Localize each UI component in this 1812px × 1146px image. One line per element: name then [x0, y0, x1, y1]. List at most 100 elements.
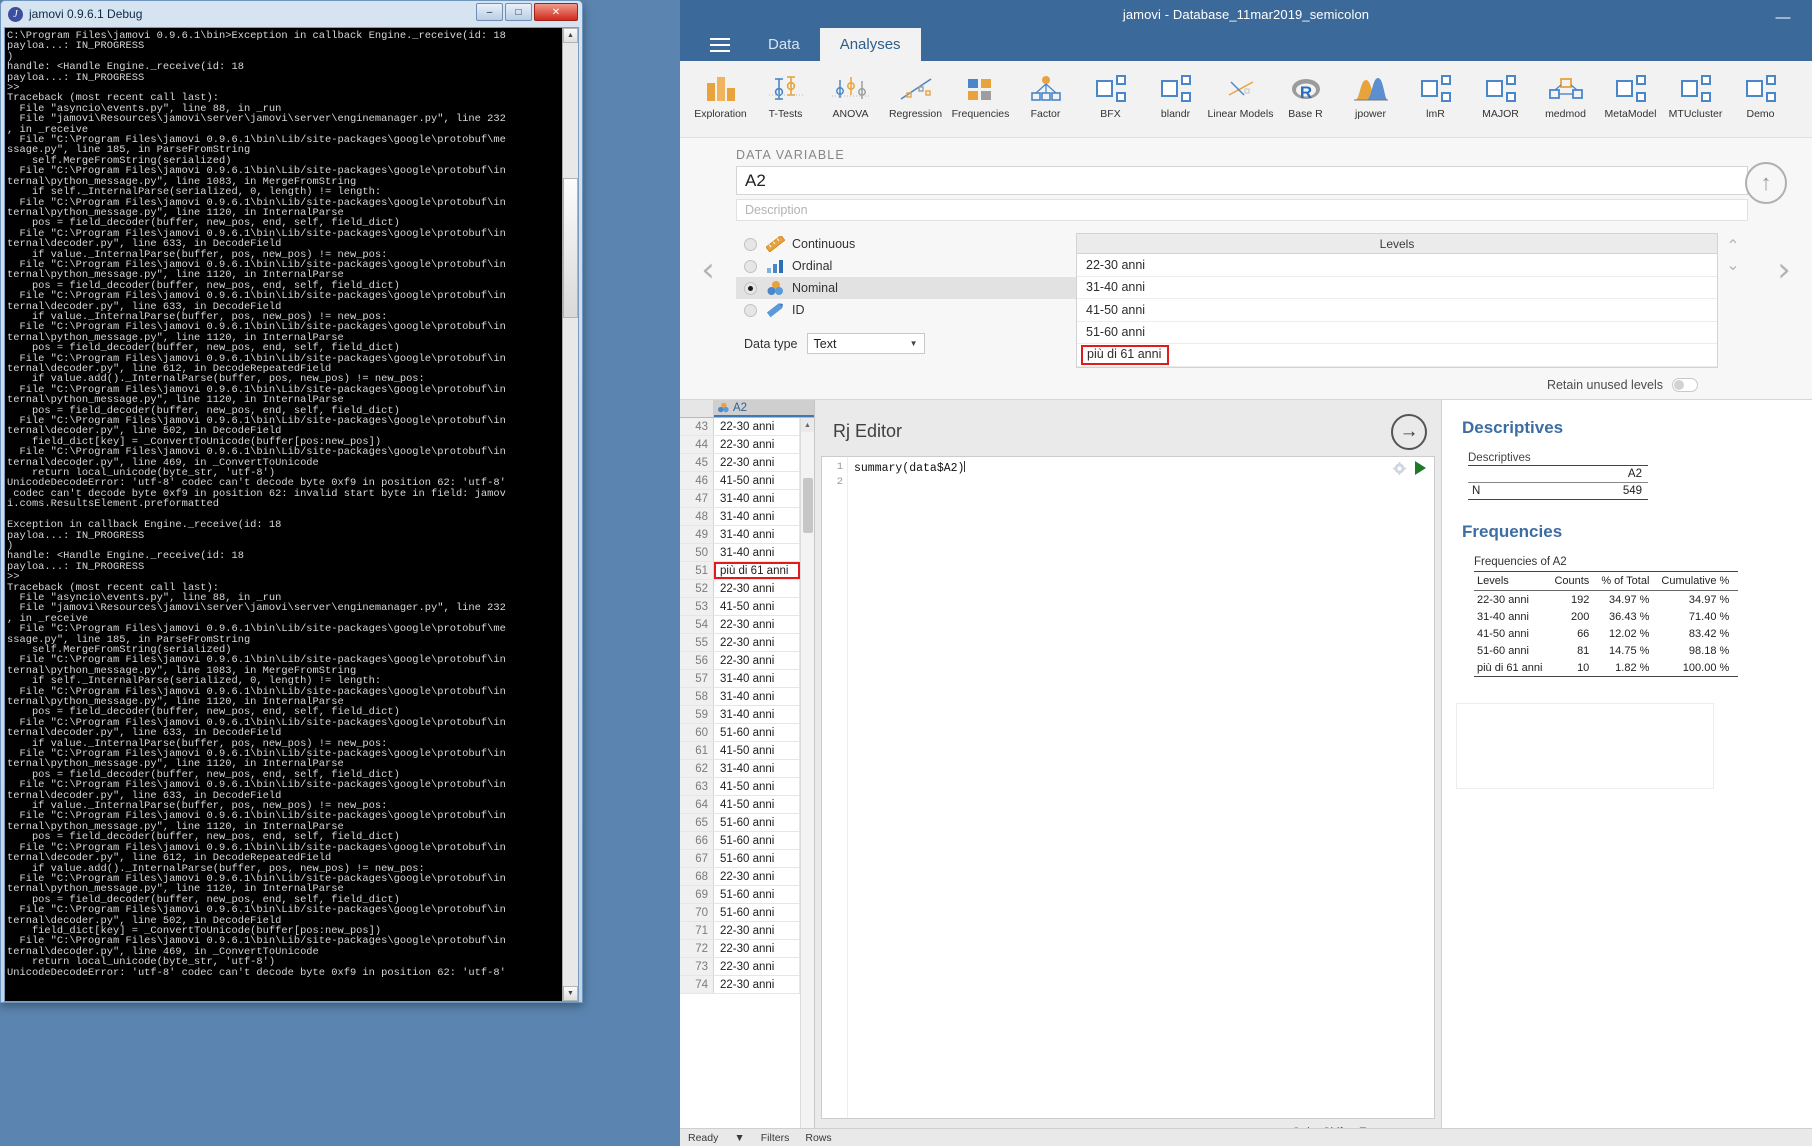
cell-highlighted[interactable]: più di 61 anni [714, 562, 800, 579]
measure-type-id[interactable]: ID [736, 299, 1076, 321]
table-row[interactable]: 62 31-40 anni [680, 760, 800, 778]
cell[interactable]: 31-40 anni [714, 670, 800, 687]
cell[interactable]: 41-50 anni [714, 472, 800, 489]
radio-nominal[interactable] [744, 281, 757, 295]
cell[interactable]: 31-40 anni [714, 526, 800, 543]
cell[interactable]: 22-30 anni [714, 580, 800, 597]
cell[interactable]: 31-40 anni [714, 544, 800, 561]
status-rows[interactable]: Rows [797, 1132, 839, 1144]
row-number[interactable]: 65 [680, 814, 714, 831]
ribbon-item-lmr[interactable]: lmR [1403, 67, 1468, 120]
row-number[interactable]: 63 [680, 778, 714, 795]
row-number[interactable]: 54 [680, 616, 714, 633]
row-number[interactable]: 66 [680, 832, 714, 849]
cell[interactable]: 22-30 anni [714, 616, 800, 633]
close-button[interactable]: ✕ [534, 3, 578, 21]
cell[interactable]: 41-50 anni [714, 598, 800, 615]
row-number[interactable]: 57 [680, 670, 714, 687]
cell[interactable]: 22-30 anni [714, 454, 800, 471]
table-row[interactable]: 69 51-60 anni [680, 886, 800, 904]
ribbon-item-base-r[interactable]: R Base R [1273, 67, 1338, 120]
row-number[interactable]: 74 [680, 976, 714, 993]
tab-analyses[interactable]: Analyses [819, 28, 921, 61]
scrollbar-thumb[interactable] [803, 478, 813, 533]
table-row[interactable]: 46 41-50 anni [680, 472, 800, 490]
cell[interactable]: 51-60 anni [714, 904, 800, 921]
row-number[interactable]: 71 [680, 922, 714, 939]
table-row[interactable]: 66 51-60 anni [680, 832, 800, 850]
table-row[interactable]: 68 22-30 anni [680, 868, 800, 886]
cell[interactable]: 31-40 anni [714, 688, 800, 705]
table-row[interactable]: 74 22-30 anni [680, 976, 800, 994]
cell[interactable]: 22-30 anni [714, 958, 800, 975]
table-row[interactable]: 45 22-30 anni [680, 454, 800, 472]
row-number[interactable]: 56 [680, 652, 714, 669]
table-row[interactable]: 64 41-50 anni [680, 796, 800, 814]
minimize-button[interactable]: – [476, 3, 503, 21]
ribbon-item-anova[interactable]: ANOVA [818, 67, 883, 120]
table-row[interactable]: 58 31-40 anni [680, 688, 800, 706]
table-row[interactable]: 70 51-60 anni [680, 904, 800, 922]
scroll-up-icon[interactable]: ▲ [801, 418, 814, 432]
level-item[interactable]: 22-30 anni [1077, 254, 1717, 277]
filter-icon[interactable]: ▼ [726, 1132, 752, 1144]
table-row[interactable]: 73 22-30 anni [680, 958, 800, 976]
measure-type-nominal[interactable]: Nominal [736, 277, 1076, 299]
move-level-up-icon[interactable]: ⌃ [1726, 237, 1739, 256]
row-number[interactable]: 73 [680, 958, 714, 975]
rj-code-text[interactable]: summary(data$A2) [848, 457, 1434, 1118]
table-row[interactable]: 63 41-50 anni [680, 778, 800, 796]
table-row[interactable]: 43 22-30 anni [680, 418, 800, 436]
table-row[interactable]: 48 31-40 anni [680, 508, 800, 526]
cell[interactable]: 41-50 anni [714, 778, 800, 795]
radio-id[interactable] [744, 303, 757, 317]
cell[interactable]: 22-30 anni [714, 418, 800, 435]
row-number[interactable]: 52 [680, 580, 714, 597]
ribbon-item-exploration[interactable]: Exploration [688, 67, 753, 120]
spreadsheet-vertical-scrollbar[interactable]: ▲ ▼ [800, 418, 814, 1145]
row-number[interactable]: 59 [680, 706, 714, 723]
cell[interactable]: 51-60 anni [714, 814, 800, 831]
cell[interactable]: 22-30 anni [714, 976, 800, 993]
radio-ordinal[interactable] [744, 259, 757, 273]
row-number[interactable]: 43 [680, 418, 714, 435]
ribbon-item-blandr[interactable]: blandr [1143, 67, 1208, 120]
table-row[interactable]: 65 51-60 anni [680, 814, 800, 832]
ribbon-item-frequencies[interactable]: Frequencies [948, 67, 1013, 120]
scroll-down-icon[interactable]: ▼ [563, 986, 578, 1001]
row-number[interactable]: 44 [680, 436, 714, 453]
row-number[interactable]: 55 [680, 634, 714, 651]
ribbon-item-t-tests[interactable]: T-Tests [753, 67, 818, 120]
table-row[interactable]: 56 22-30 anni [680, 652, 800, 670]
ribbon-item-major[interactable]: MAJOR [1468, 67, 1533, 120]
row-number[interactable]: 70 [680, 904, 714, 921]
cell[interactable]: 31-40 anni [714, 706, 800, 723]
console-scrollbar[interactable]: ▲ ▼ [562, 28, 578, 1001]
data-type-select[interactable]: Text ▼ [806, 333, 925, 354]
row-number[interactable]: 47 [680, 490, 714, 507]
rj-code-area[interactable]: 1 2 summary(data$A2) [821, 456, 1435, 1119]
retain-unused-levels-toggle[interactable] [1672, 377, 1698, 392]
play-icon[interactable] [1415, 461, 1426, 475]
radio-continuous[interactable] [744, 237, 757, 251]
table-row[interactable]: 52 22-30 anni [680, 580, 800, 598]
row-number[interactable]: 58 [680, 688, 714, 705]
row-number[interactable]: 69 [680, 886, 714, 903]
maximize-button[interactable]: □ [505, 3, 532, 21]
ribbon-item-demo[interactable]: Demo [1728, 67, 1793, 120]
hamburger-icon[interactable] [692, 28, 748, 61]
measure-type-ordinal[interactable]: Ordinal [736, 255, 1076, 277]
row-number[interactable]: 48 [680, 508, 714, 525]
row-number[interactable]: 72 [680, 940, 714, 957]
scrollbar-thumb[interactable] [563, 178, 578, 318]
status-filters[interactable]: Filters [753, 1132, 798, 1144]
cell[interactable]: 51-60 anni [714, 850, 800, 867]
cell[interactable]: 22-30 anni [714, 922, 800, 939]
arrow-up-circle-icon[interactable]: ↑ [1745, 162, 1787, 204]
table-row[interactable]: 59 31-40 anni [680, 706, 800, 724]
debug-console-window[interactable]: J jamovi 0.9.6.1 Debug – □ ✕ C:\Program … [0, 0, 583, 1003]
jamovi-minimize-button[interactable]: — [1770, 4, 1796, 25]
cell[interactable]: 51-60 anni [714, 724, 800, 741]
row-number[interactable]: 61 [680, 742, 714, 759]
cell[interactable]: 22-30 anni [714, 652, 800, 669]
